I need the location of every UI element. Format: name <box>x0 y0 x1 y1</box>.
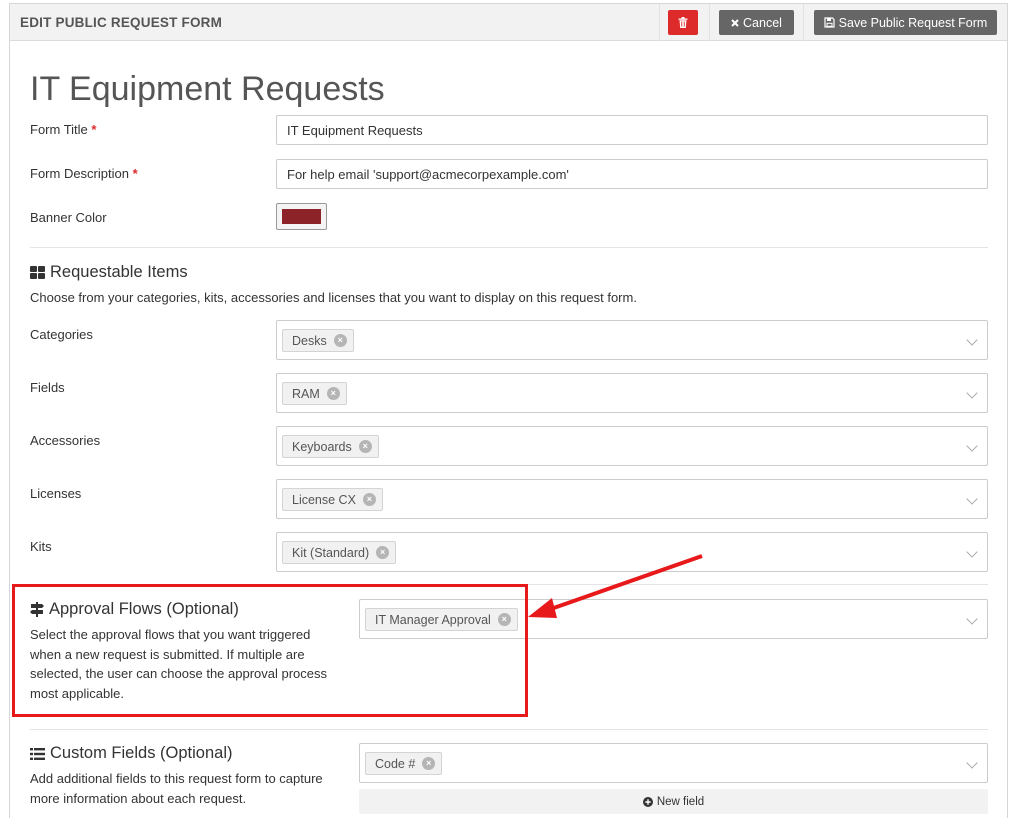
close-icon <box>731 19 739 27</box>
requestable-row-label: Licenses <box>30 486 81 501</box>
save-button-label: Save Public Request Form <box>839 16 988 30</box>
grid-icon <box>30 266 45 279</box>
tag-label: Keyboards <box>292 440 352 454</box>
chevron-down-icon <box>966 334 977 345</box>
chevron-down-icon <box>966 387 977 398</box>
selected-tag: License CX × <box>282 488 383 511</box>
chevron-down-icon <box>966 546 977 557</box>
header-divider <box>803 4 804 41</box>
panel-title: EDIT PUBLIC REQUEST FORM <box>20 15 222 30</box>
chevron-down-icon <box>966 757 977 768</box>
requestable-row-label: Categories <box>30 327 93 342</box>
page-title: IT Equipment Requests <box>30 70 385 109</box>
cancel-button[interactable]: Cancel <box>719 10 794 35</box>
form-title-label: Form Title * <box>30 122 96 137</box>
banner-color-fill <box>282 209 321 224</box>
requestable-items-description: Choose from your categories, kits, acces… <box>30 288 637 308</box>
selected-tag: Keyboards × <box>282 435 379 458</box>
new-field-label: New field <box>657 796 704 808</box>
requestable-select-fields[interactable]: RAM × <box>276 373 988 413</box>
form-description-input[interactable] <box>276 159 988 189</box>
delete-button[interactable] <box>668 10 698 35</box>
remove-tag-icon[interactable]: × <box>327 387 340 400</box>
tag-label: License CX <box>292 493 356 507</box>
selected-tag: Desks × <box>282 329 354 352</box>
requestable-items-title: Requestable Items <box>30 263 188 282</box>
chevron-down-icon <box>966 440 977 451</box>
floppy-disk-icon <box>824 17 835 28</box>
requestable-select-kits[interactable]: Kit (Standard) × <box>276 532 988 572</box>
remove-tag-icon[interactable]: × <box>359 440 372 453</box>
banner-color-label: Banner Color <box>30 210 107 225</box>
requestable-row-label: Kits <box>30 539 52 554</box>
trash-icon <box>678 17 688 28</box>
header-divider <box>659 4 660 41</box>
remove-tag-icon[interactable]: × <box>422 757 435 770</box>
form-title-input[interactable] <box>276 115 988 145</box>
custom-fields-select[interactable]: Code # × <box>359 743 988 783</box>
remove-tag-icon[interactable]: × <box>376 546 389 559</box>
section-divider <box>30 247 988 248</box>
header-divider <box>709 4 710 41</box>
plus-circle-icon <box>643 797 653 807</box>
requestable-select-categories[interactable]: Desks × <box>276 320 988 360</box>
custom-fields-description: Add additional fields to this request fo… <box>30 769 330 808</box>
section-divider <box>30 729 988 730</box>
list-icon <box>30 748 45 760</box>
annotation-highlight-box <box>12 584 528 717</box>
banner-color-picker[interactable] <box>276 203 327 230</box>
chevron-down-icon <box>966 493 977 504</box>
requestable-select-licenses[interactable]: License CX × <box>276 479 988 519</box>
remove-tag-icon[interactable]: × <box>334 334 347 347</box>
tag-label: RAM <box>292 387 320 401</box>
required-marker: * <box>91 122 96 137</box>
remove-tag-icon[interactable]: × <box>363 493 376 506</box>
tag-label: Desks <box>292 334 327 348</box>
requestable-row-label: Accessories <box>30 433 100 448</box>
chevron-down-icon <box>966 613 977 624</box>
tag-label: Kit (Standard) <box>292 546 369 560</box>
form-description-label: Form Description * <box>30 166 138 181</box>
save-button[interactable]: Save Public Request Form <box>814 10 997 35</box>
new-field-button[interactable]: New field <box>359 789 988 814</box>
selected-tag: Code # × <box>365 752 442 775</box>
edit-form-panel: EDIT PUBLIC REQUEST FORM Cancel <box>9 3 1008 818</box>
requestable-select-accessories[interactable]: Keyboards × <box>276 426 988 466</box>
cancel-button-label: Cancel <box>743 16 782 30</box>
required-marker: * <box>133 166 138 181</box>
panel-header: EDIT PUBLIC REQUEST FORM Cancel <box>10 4 1007 41</box>
selected-tag: Kit (Standard) × <box>282 541 396 564</box>
selected-tag: RAM × <box>282 382 347 405</box>
tag-label: Code # <box>375 757 415 771</box>
custom-fields-title: Custom Fields (Optional) <box>30 744 232 763</box>
requestable-row-label: Fields <box>30 380 65 395</box>
